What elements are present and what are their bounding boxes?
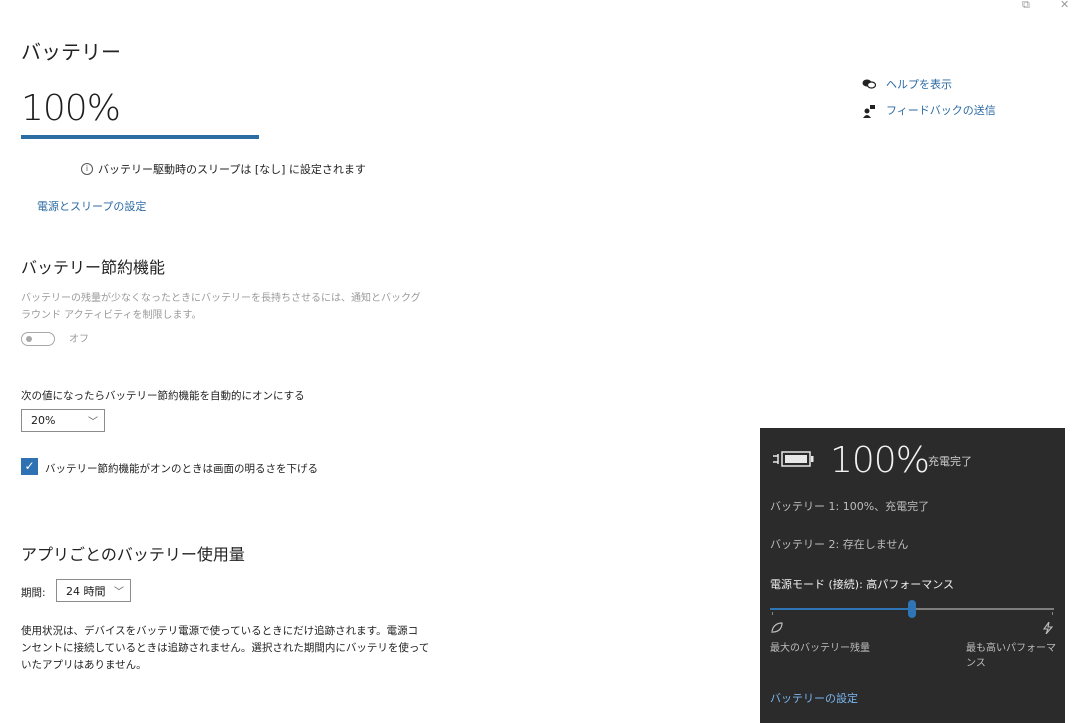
auto-on-threshold-select[interactable]: 20% ﹀ xyxy=(21,409,105,432)
battery-saver-description-line: ラウンド アクティビティを制限します。 xyxy=(21,310,202,321)
slider-right-label: 最も高いパフォーマンス xyxy=(966,643,1056,669)
battery-percentage: 100% xyxy=(21,88,121,129)
app-usage-heading: アプリごとのバッテリー使用量 xyxy=(21,545,245,564)
chat-help-icon xyxy=(862,78,877,90)
slider-tick xyxy=(1052,612,1053,615)
bolt-icon xyxy=(1042,622,1054,634)
battery-level-fill xyxy=(21,135,259,139)
flyout-percentage: 100% xyxy=(830,440,930,481)
sleep-note-text: バッテリー駆動時のスリープは [なし] に設定されます xyxy=(98,163,366,176)
leaf-icon xyxy=(771,622,783,634)
power-mode-label: 電源モード (接続): 高パフォーマンス xyxy=(770,578,955,591)
flyout-charge-status: 充電完了 xyxy=(928,455,972,468)
battery-saver-toggle[interactable] xyxy=(21,332,55,346)
sleep-note: i バッテリー駆動時のスリープは [なし] に設定されます xyxy=(81,161,366,177)
usage-description-line: 使用状況は、デバイスをバッテリ電源で使っているときにだけ追跡されます。電源コ xyxy=(21,625,419,637)
usage-description-line: ンセントに接続しているときは追跡されません。選択された期間内にバッテリを使って xyxy=(21,642,430,654)
battery-level-bar xyxy=(21,135,259,139)
power-mode-slider-thumb[interactable] xyxy=(908,600,916,618)
send-feedback-label: フィードバックの送信 xyxy=(886,104,996,117)
battery-saver-description-line: バッテリーの残量が少なくなったときにバッテリーを長持ちさせるには、通知とバックグ xyxy=(21,293,421,304)
usage-description-line: いたアプリはありません。 xyxy=(21,659,147,671)
slider-tick xyxy=(772,612,773,615)
page-title: バッテリー xyxy=(21,40,121,64)
battery1-status: バッテリー 1: 100%、充電完了 xyxy=(770,500,930,513)
close-button[interactable]: ✕ xyxy=(1060,0,1069,11)
auto-on-threshold-value: 20% xyxy=(31,414,56,427)
info-icon: i xyxy=(81,163,93,175)
plugged-battery-icon xyxy=(773,451,814,467)
chevron-down-icon: ﹀ xyxy=(88,417,98,428)
power-sleep-settings-link[interactable]: 電源とスリープの設定 xyxy=(37,198,146,214)
period-value: 24 時間 xyxy=(66,584,106,598)
battery-saver-description: バッテリーの残量が少なくなったときにバッテリーを長持ちさせるには、通知とバックグ… xyxy=(21,290,421,324)
send-feedback-link[interactable]: フィードバックの送信 xyxy=(862,102,996,118)
battery-saver-heading: バッテリー節約機能 xyxy=(21,258,166,277)
feedback-icon xyxy=(862,104,876,118)
slider-left-label: 最大のバッテリー残量 xyxy=(770,643,870,654)
show-help-label: ヘルプを表示 xyxy=(886,78,952,91)
power-mode-slider-fill xyxy=(770,608,912,610)
lower-brightness-checkbox[interactable]: ✓ xyxy=(21,458,38,475)
battery2-status: バッテリー 2: 存在しません xyxy=(770,538,909,551)
usage-description: 使用状況は、デバイスをバッテリ電源で使っているときにだけ追跡されます。電源コ ン… xyxy=(21,623,429,674)
toggle-state-label: オフ xyxy=(69,334,89,345)
period-label: 期間: xyxy=(21,587,46,599)
battery-settings-link[interactable]: バッテリーの設定 xyxy=(770,690,858,706)
battery-flyout: 100% 充電完了 バッテリー 1: 100%、充電完了 バッテリー 2: 存在… xyxy=(760,428,1065,723)
show-help-link[interactable]: ヘルプを表示 xyxy=(862,76,952,92)
lower-brightness-label: バッテリー節約機能がオンのときは画面の明るさを下げる xyxy=(45,463,318,475)
chevron-down-icon: ﹀ xyxy=(114,587,124,598)
toggle-knob xyxy=(26,336,32,342)
auto-on-label: 次の値になったらバッテリー節約機能を自動的にオンにする xyxy=(21,390,305,402)
restore-button[interactable]: ⧉ xyxy=(1022,0,1030,12)
period-select[interactable]: 24 時間 ﹀ xyxy=(56,579,131,602)
